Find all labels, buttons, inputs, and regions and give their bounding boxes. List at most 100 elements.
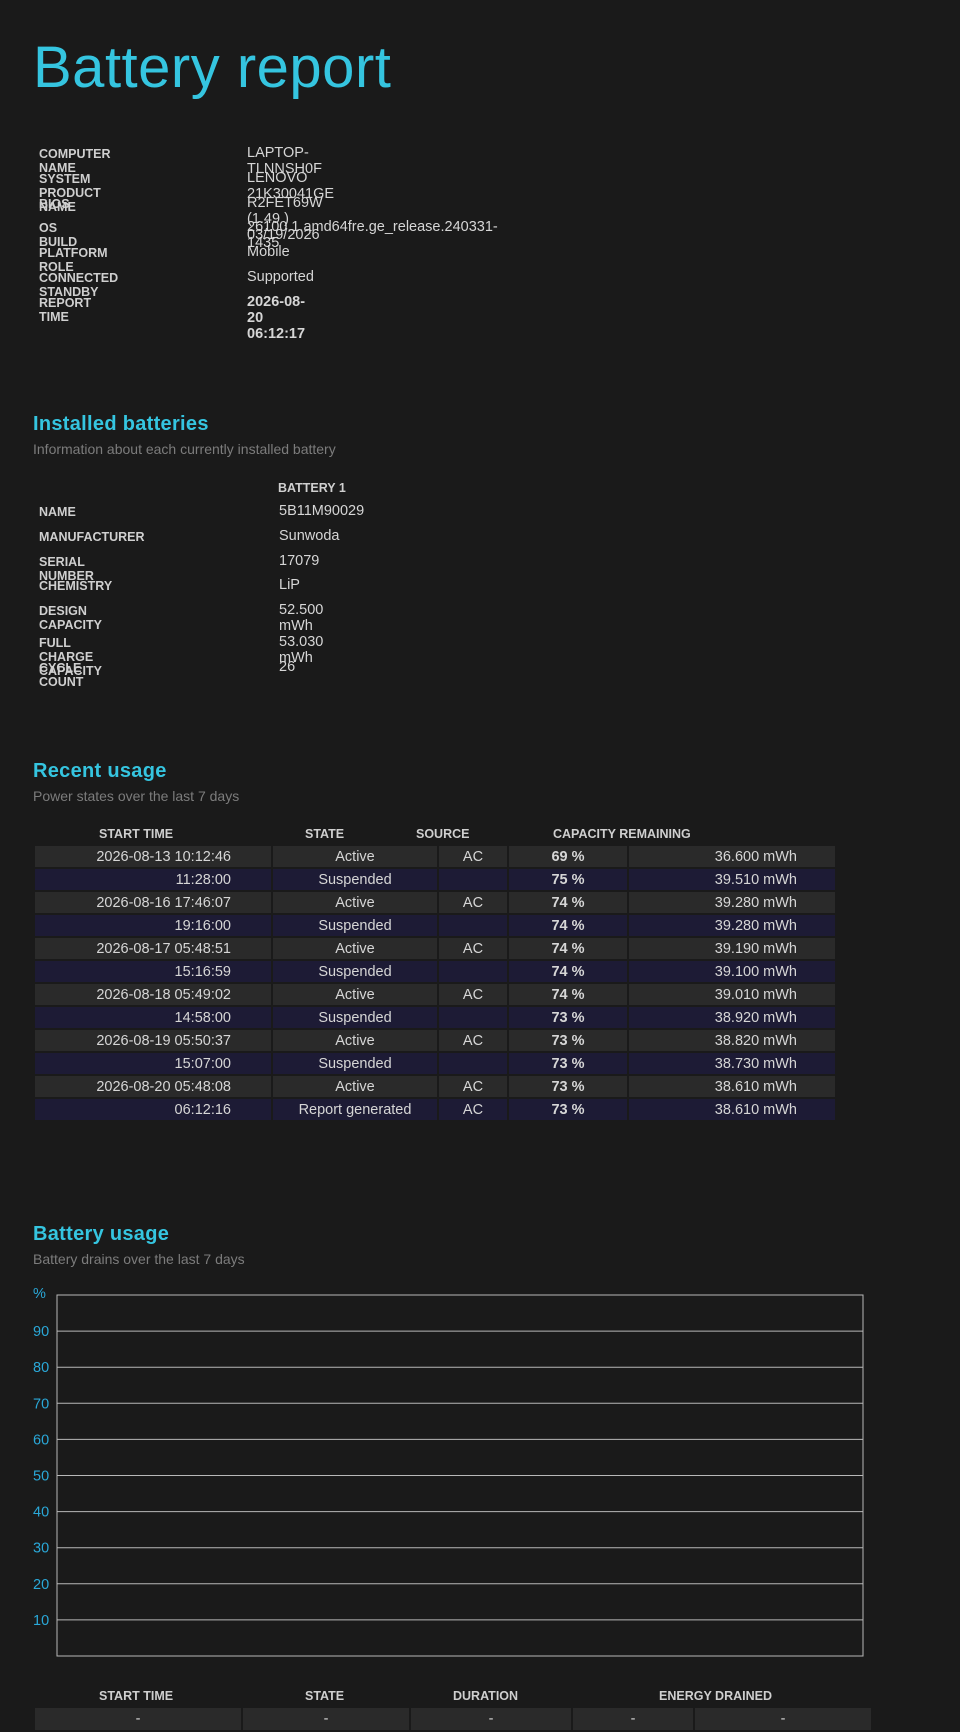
battery-info-value: 26 — [279, 658, 296, 675]
capacity-mwh-cell: 39.190 mWh — [629, 938, 835, 959]
start-time-cell: 11:28:00 — [35, 869, 271, 890]
table-row: 11:28:00 Suspended 75 % 39.510 mWh — [35, 869, 835, 890]
chart-y-tick-label: 40 — [33, 1505, 49, 1521]
battery-info-label: DESIGN CAPACITY — [39, 604, 102, 633]
system-info-value: Supported — [247, 268, 314, 285]
source-cell — [439, 915, 507, 936]
source-cell: AC — [439, 1030, 507, 1051]
state-cell: Suspended — [273, 915, 437, 936]
recent-header-capacity: CAPACITY REMAINING — [553, 827, 691, 841]
state-cell: Active — [273, 892, 437, 913]
capacity-percent-cell: 69 % — [509, 846, 627, 867]
state-cell: Active — [273, 846, 437, 867]
table-row: - - - - - — [35, 1708, 871, 1730]
table-row: 19:16:00 Suspended 74 % 39.280 mWh — [35, 915, 835, 936]
source-cell — [439, 961, 507, 982]
capacity-percent-cell: 75 % — [509, 869, 627, 890]
page-title: Battery report — [33, 35, 392, 100]
capacity-mwh-cell: 38.730 mWh — [629, 1053, 835, 1074]
installed-batteries-subtitle: Information about each currently install… — [33, 441, 336, 457]
recent-usage-subtitle: Power states over the last 7 days — [33, 788, 240, 804]
start-time-cell: 2026-08-13 10:12:46 — [35, 846, 271, 867]
capacity-percent-cell: 73 % — [509, 1099, 627, 1120]
chart-y-tick-label: 60 — [33, 1432, 49, 1448]
start-time-cell: 06:12:16 — [35, 1099, 271, 1120]
source-cell — [439, 869, 507, 890]
usage-state-cell: - — [243, 1708, 409, 1730]
state-cell: Active — [273, 1076, 437, 1097]
battery-usage-table: - - - - - — [33, 1706, 873, 1732]
system-info-label: OS BUILD — [39, 221, 78, 250]
system-info-value: Mobile — [247, 244, 290, 261]
capacity-mwh-cell: 39.510 mWh — [629, 869, 835, 890]
capacity-percent-cell: 74 % — [509, 938, 627, 959]
recent-usage-table: 2026-08-13 10:12:46 Active AC 69 % 36.600 mW… — [33, 844, 837, 1122]
battery-info-value: LiP — [279, 577, 300, 594]
state-cell: Suspended — [273, 1007, 437, 1028]
chart-y-tick-label: 30 — [33, 1541, 49, 1557]
capacity-mwh-cell: 38.610 mWh — [629, 1076, 835, 1097]
start-time-cell: 2026-08-20 05:48:08 — [35, 1076, 271, 1097]
state-cell: Suspended — [273, 1053, 437, 1074]
capacity-mwh-cell: 39.010 mWh — [629, 984, 835, 1005]
source-cell: AC — [439, 984, 507, 1005]
recent-header-source: SOURCE — [416, 827, 470, 841]
battery-info-label: MANUFACTURER — [39, 529, 145, 544]
source-cell: AC — [439, 846, 507, 867]
system-info-label: CONNECTED STANDBY — [39, 270, 119, 299]
usage-header-start: START TIME — [99, 1689, 174, 1703]
state-cell: Active — [273, 984, 437, 1005]
recent-usage-title: Recent usage — [33, 760, 167, 782]
table-row: 2026-08-17 05:48:51 Active AC 74 % 39.190 mW… — [35, 938, 835, 959]
recent-header-start: START TIME — [99, 827, 174, 841]
state-cell: Report generated — [273, 1099, 437, 1120]
start-time-cell: 2026-08-18 05:49:02 — [35, 984, 271, 1005]
start-time-cell: 14:58:00 — [35, 1007, 271, 1028]
start-time-cell: 2026-08-17 05:48:51 — [35, 938, 271, 959]
capacity-percent-cell: 73 % — [509, 1007, 627, 1028]
system-info-label: PLATFORM ROLE — [39, 246, 108, 275]
chart-y-tick-label: 50 — [33, 1469, 49, 1485]
usage-pct-cell: - — [573, 1708, 693, 1730]
battery-usage-title: Battery usage — [33, 1223, 170, 1245]
source-cell: AC — [439, 892, 507, 913]
battery-info-label: NAME — [39, 505, 76, 519]
table-row: 2026-08-16 17:46:07 Active AC 74 % 39.280 mW… — [35, 892, 835, 913]
capacity-mwh-cell: 39.280 mWh — [629, 915, 835, 936]
table-row: 2026-08-13 10:12:46 Active AC 69 % 36.600 mW… — [35, 846, 835, 867]
chart-y-tick-label: 80 — [33, 1360, 49, 1376]
table-row: 15:07:00 Suspended 73 % 38.730 mWh — [35, 1053, 835, 1074]
usage-header-state: STATE — [305, 1689, 345, 1703]
chart-y-tick-label: 10 — [33, 1613, 49, 1629]
battery-info-value: 5B11M90029 — [279, 503, 365, 519]
recent-header-state: STATE — [305, 827, 345, 841]
capacity-percent-cell: 74 % — [509, 961, 627, 982]
chart-y-tick-label: 90 — [33, 1324, 49, 1340]
state-cell: Active — [273, 938, 437, 959]
system-info-label: BIOS — [39, 196, 70, 211]
state-cell: Active — [273, 1030, 437, 1051]
battery-info-label: CYCLE COUNT — [39, 660, 84, 689]
table-row: 06:12:16 Report generated AC 73 % 38.610 mWh — [35, 1099, 835, 1120]
start-time-cell: 2026-08-16 17:46:07 — [35, 892, 271, 913]
table-row: 2026-08-18 05:49:02 Active AC 74 % 39.010 mW… — [35, 984, 835, 1005]
table-row: 14:58:00 Suspended 73 % 38.920 mWh — [35, 1007, 835, 1028]
installed-batteries-title: Installed batteries — [33, 413, 209, 435]
capacity-percent-cell: 74 % — [509, 915, 627, 936]
table-row: 2026-08-19 05:50:37 Active AC 73 % 38.820 mW… — [35, 1030, 835, 1051]
capacity-mwh-cell: 38.610 mWh — [629, 1099, 835, 1120]
report-time-value: 2026-08-20 06:12:17 — [247, 293, 306, 342]
chart-y-tick-label: 70 — [33, 1396, 49, 1412]
start-time-cell: 19:16:00 — [35, 915, 271, 936]
capacity-percent-cell: 73 % — [509, 1053, 627, 1074]
battery-info-value: Sunwoda — [279, 527, 340, 544]
table-row: 2026-08-20 05:48:08 Active AC 73 % 38.610 mW… — [35, 1076, 835, 1097]
battery-info-label: SERIAL NUMBER — [39, 554, 94, 583]
source-cell: AC — [439, 1076, 507, 1097]
start-time-cell: 2026-08-19 05:50:37 — [35, 1030, 271, 1051]
system-info-label: REPORT TIME — [39, 295, 92, 324]
state-cell: Suspended — [273, 961, 437, 982]
chart-y-tick-label: 20 — [33, 1577, 49, 1593]
source-cell: AC — [439, 1099, 507, 1120]
system-info-label: COMPUTER NAME — [39, 147, 111, 175]
